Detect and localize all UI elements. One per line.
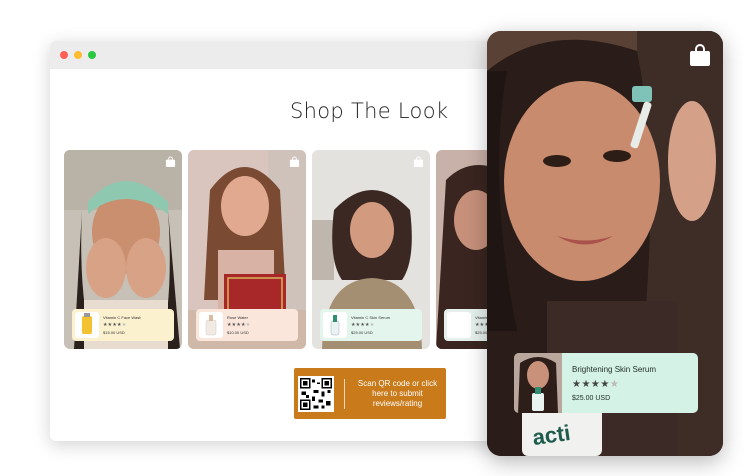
minimize-window-button[interactable] [74,51,82,59]
product-name: Rose Water [227,315,248,320]
product-name: Vitamin C Skin Serum [351,315,391,320]
video-carousel: Vitamin C Face Wash ★★★★★ $15.00 USD Ros… [64,150,520,349]
video-card[interactable]: Vitamin C Skin Serum ★★★★★ $25.00 USD [312,150,430,349]
shopping-bag-icon[interactable] [689,43,711,67]
maximize-window-button[interactable] [88,51,96,59]
shopping-bag-icon[interactable] [165,156,176,167]
product-price: $25.00 USD [572,394,611,402]
product-thumbnail [514,353,562,413]
product-price: $10.00 USD [227,330,249,335]
browser-title-bar [50,41,520,69]
product-name: Vitamin C Face Wash [103,315,142,320]
shopping-bag-icon[interactable] [413,156,424,167]
video-card[interactable]: Rose Water ★★★★★ $10.00 USD [188,150,306,349]
product-thumbnail [75,312,99,338]
product-tag[interactable]: Vitamin C Face Wash ★★★★★ $15.00 USD [72,309,174,341]
divider [344,378,345,409]
qr-banner-text[interactable]: Scan QR code or click here to submit rev… [353,379,442,409]
phone-video-player[interactable]: acti Brightening Skin Serum ★★★★★ $25.00… [487,31,723,456]
product-price: $25.00 USD [351,330,373,335]
product-price: $15.00 USD [103,330,125,335]
product-name: Brightening Skin Serum [572,364,657,374]
close-window-button[interactable] [60,51,68,59]
browser-window: Shop The Look Vitamin C Face Wash ★★★★★ … [50,41,520,441]
product-thumbnail [199,312,223,338]
featured-product-card[interactable]: Brightening Skin Serum ★★★★★ $25.00 USD [514,353,698,413]
product-tag[interactable]: Rose Water ★★★★★ $10.00 USD [196,309,298,341]
product-thumbnail [323,312,347,338]
shopping-bag-icon[interactable] [289,156,300,167]
product-thumbnail [447,312,471,338]
rating-stars: ★★★★★ [572,378,620,390]
rating-stars: ★★★★★ [351,322,375,328]
svg-text:acti: acti [531,420,572,450]
qr-code [298,375,334,412]
video-card[interactable]: Vitamin C Face Wash ★★★★★ $15.00 USD [64,150,182,349]
product-tag[interactable]: Vitamin C Skin Serum ★★★★★ $25.00 USD [320,309,422,341]
rating-stars: ★★★★★ [103,322,127,328]
rating-stars: ★★★★★ [227,322,251,328]
page-title: Shop The Look [290,99,449,123]
stage: Shop The Look Vitamin C Face Wash ★★★★★ … [0,0,752,476]
qr-review-banner[interactable]: Scan QR code or click here to submit rev… [294,368,446,419]
